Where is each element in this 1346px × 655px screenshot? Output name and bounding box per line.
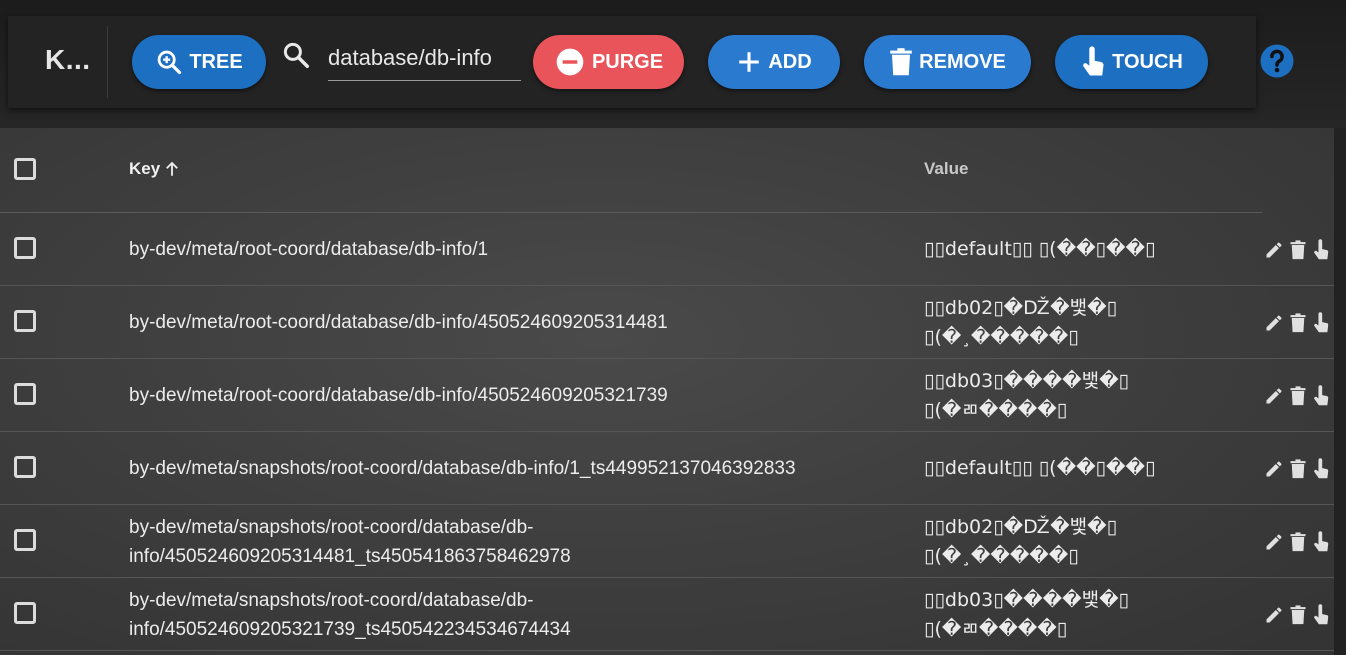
search-icon [281,40,311,75]
key-cell: by-dev/meta/snapshots/root-coord/databas… [129,516,571,567]
value-cell: ▯▯default▯▯ ▯(��▯��▯ [924,457,1156,479]
row-actions [1264,531,1330,553]
value-cell: ▯▯db02▯�Ǆ�뱇�▯ ▯(�¸�����▯ [924,296,1118,348]
touch-button[interactable]: TOUCH [1055,35,1208,89]
table-row: by-dev/meta/root-coord/database/db-info/… [0,286,1334,359]
row-checkbox[interactable] [14,529,36,551]
row-actions [1264,385,1330,407]
row-checkbox[interactable] [14,383,36,405]
value-cell: ▯▯db03▯����뱇�▯ ▯(�ㄻ����▯ [924,588,1130,640]
table-header: Key Value [0,128,1262,213]
key-cell: by-dev/meta/snapshots/root-coord/databas… [129,458,796,479]
app-title: K... [45,44,91,75]
trash-icon[interactable] [1289,313,1307,333]
touch-icon [1080,46,1106,78]
add-button[interactable]: ADD [708,35,840,89]
trash-icon[interactable] [1289,532,1307,552]
plus-icon [736,49,762,75]
value-cell: ▯▯db02▯�Ǆ�뱇�▯ ▯(�¸�����▯ [924,515,1118,567]
trash-icon [889,47,913,77]
zoom-in-icon [155,48,183,76]
row-checkbox[interactable] [14,237,36,259]
purge-button[interactable]: PURGE [533,35,684,89]
row-checkbox[interactable] [14,310,36,332]
pencil-icon[interactable] [1264,605,1284,625]
value-cell: ▯▯default▯▯ ▯(��▯��▯ [924,238,1156,260]
table-row: by-dev/meta/root-coord/database/db-info/… [0,213,1334,286]
key-cell: by-dev/meta/root-coord/database/db-info/… [129,312,668,333]
remove-button-label: REMOVE [919,50,1006,73]
column-header-value[interactable]: Value [924,159,968,179]
table-row: by-dev/meta/snapshots/root-coord/databas… [0,432,1334,505]
add-button-label: ADD [768,50,812,73]
select-all-checkbox[interactable] [14,158,36,180]
table-row: by-dev/meta/snapshots/root-coord/databas… [0,578,1334,651]
tree-button[interactable]: TREE [132,35,266,89]
row-actions [1264,239,1330,261]
column-header-key[interactable]: Key [129,159,181,179]
touch-icon[interactable] [1312,531,1330,553]
minus-circle-icon [554,46,586,78]
touch-icon[interactable] [1312,604,1330,626]
column-header-key-label: Key [129,159,161,178]
help-circle-icon[interactable] [1259,43,1295,84]
remove-button[interactable]: REMOVE [864,35,1031,89]
key-cell: by-dev/meta/root-coord/database/db-info/… [129,385,668,406]
touch-button-label: TOUCH [1112,50,1183,73]
row-actions [1264,312,1330,334]
table-row: by-dev/meta/root-coord/database/db-info/… [0,359,1334,432]
key-cell: by-dev/meta/root-coord/database/db-info/… [129,239,489,260]
purge-button-label: PURGE [591,50,664,73]
top-bar: K... TREE PURGE ADD REMOVE TOUCH [0,0,1346,128]
pencil-icon[interactable] [1264,532,1284,552]
row-checkbox[interactable] [14,602,36,624]
touch-icon[interactable] [1312,239,1330,261]
touch-icon[interactable] [1312,385,1330,407]
search-input[interactable] [328,36,521,81]
trash-icon[interactable] [1289,459,1307,479]
pencil-icon[interactable] [1264,313,1284,333]
row-actions [1264,458,1330,480]
table-row: by-dev/meta/snapshots/root-coord/databas… [0,505,1334,578]
trash-icon[interactable] [1289,386,1307,406]
touch-icon[interactable] [1312,312,1330,334]
pencil-icon[interactable] [1264,386,1284,406]
row-actions [1264,604,1330,626]
touch-icon[interactable] [1312,458,1330,480]
row-checkbox[interactable] [14,456,36,478]
trash-icon[interactable] [1289,240,1307,260]
key-cell: by-dev/meta/snapshots/root-coord/databas… [129,589,571,640]
pencil-icon[interactable] [1264,240,1284,260]
pencil-icon[interactable] [1264,459,1284,479]
title-divider [107,26,108,98]
arrow-up-icon [163,160,181,178]
value-cell: ▯▯db03▯����뱇�▯ ▯(�ㄻ����▯ [924,369,1130,421]
trash-icon[interactable] [1289,605,1307,625]
kv-table: Key Value by-dev/meta/root-coord/databas… [0,128,1334,655]
tree-button-label: TREE [189,50,243,73]
